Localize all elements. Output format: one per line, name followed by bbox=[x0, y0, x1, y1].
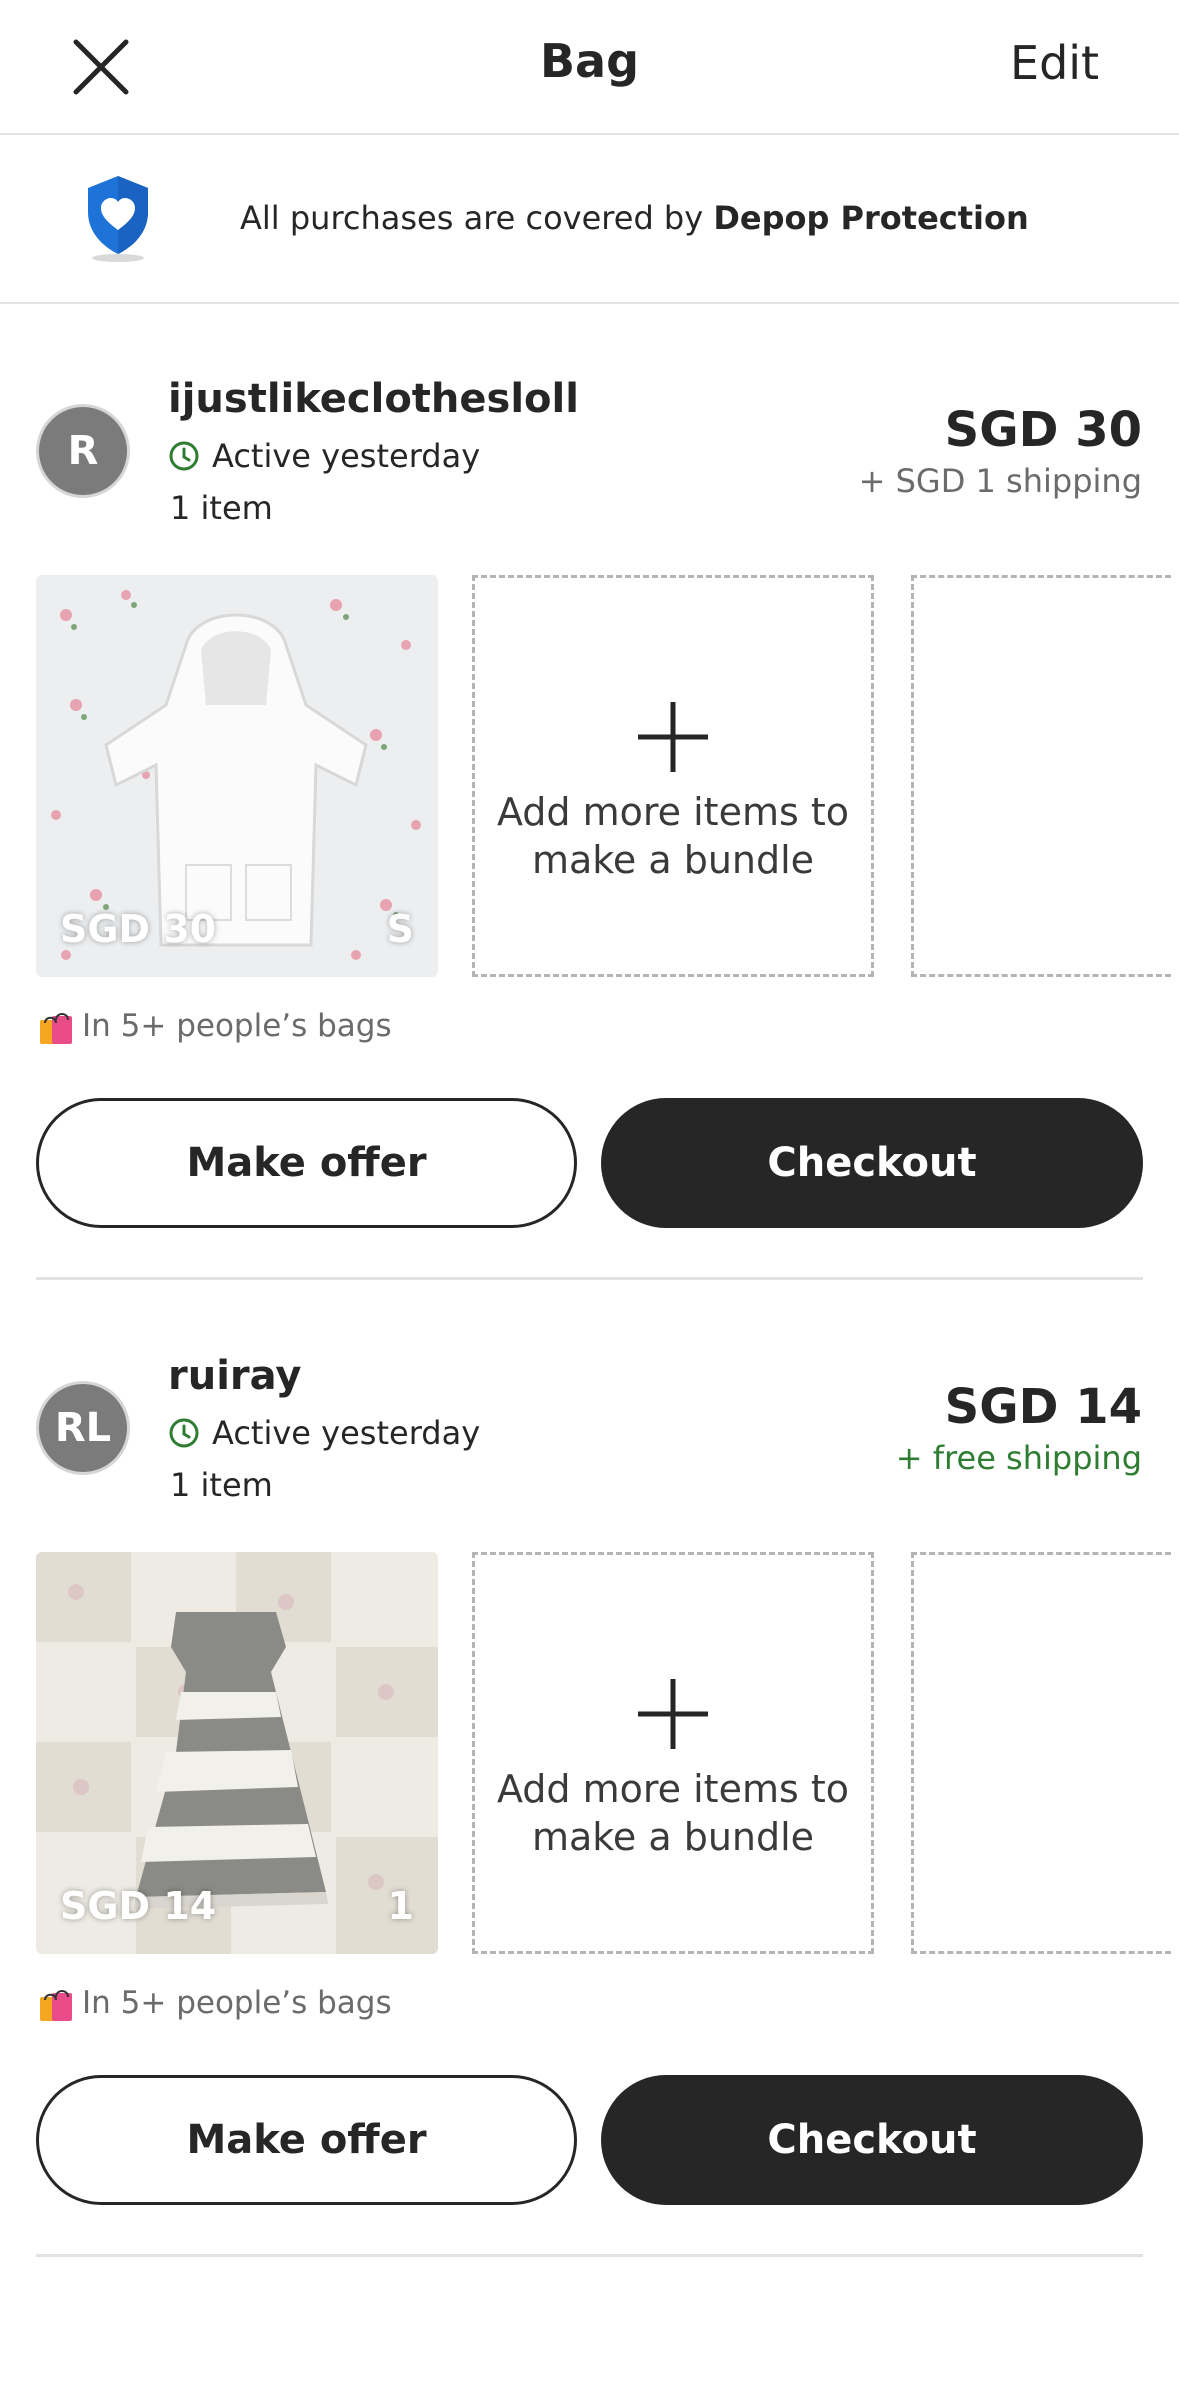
divider bbox=[36, 2254, 1143, 2257]
page-title: Bag bbox=[539, 34, 640, 88]
add-more-items-button[interactable]: Add more items to make a bundle bbox=[472, 1552, 874, 1954]
popularity-text: In 5+ people’s bags bbox=[82, 1008, 392, 1044]
protection-text-prefix: All purchases are covered by bbox=[240, 199, 714, 237]
shopping-bags-icon bbox=[40, 1990, 72, 2021]
photo-size: 1 bbox=[387, 1884, 414, 1928]
shield-heart-icon bbox=[82, 172, 154, 264]
status-text: Active yesterday bbox=[212, 1414, 481, 1452]
edit-button[interactable]: Edit bbox=[1010, 36, 1099, 90]
photo-size: S bbox=[386, 907, 414, 951]
bundle-price: SGD 30 bbox=[944, 402, 1142, 458]
plus-icon bbox=[638, 1679, 708, 1749]
make-offer-button[interactable]: Make offer bbox=[36, 1098, 577, 1228]
avatar[interactable]: R bbox=[36, 404, 130, 498]
add-more-label: Add more items to make a bundle bbox=[496, 1767, 850, 1859]
clock-icon bbox=[169, 441, 199, 471]
item-count: 1 item bbox=[170, 489, 273, 527]
avatar[interactable]: RL bbox=[36, 1381, 130, 1475]
shipping-cost: + SGD 1 shipping bbox=[858, 462, 1142, 500]
shipping-cost: + free shipping bbox=[895, 1439, 1142, 1477]
product-photo[interactable]: SGD 30 S bbox=[36, 575, 438, 977]
popularity-note: In 5+ people’s bags bbox=[36, 1983, 392, 2023]
product-photo[interactable]: SGD 14 1 bbox=[36, 1552, 438, 1954]
active-status: Active yesterday bbox=[168, 437, 480, 475]
seller-name[interactable]: ijustlikeclothesloll bbox=[168, 376, 579, 422]
checkout-button[interactable]: Checkout bbox=[601, 2075, 1143, 2205]
shopping-bags-icon bbox=[40, 1013, 72, 1044]
checkout-button[interactable]: Checkout bbox=[601, 1098, 1143, 1228]
status-text: Active yesterday bbox=[212, 437, 481, 475]
photo-price: SGD 14 bbox=[60, 1884, 217, 1928]
seller-name[interactable]: ruiray bbox=[168, 1353, 301, 1399]
make-offer-button[interactable]: Make offer bbox=[36, 2075, 577, 2205]
popularity-note: In 5+ people’s bags bbox=[36, 1006, 392, 1046]
photo-price: SGD 30 bbox=[60, 907, 217, 951]
bundle-price: SGD 14 bbox=[944, 1379, 1142, 1435]
divider bbox=[36, 1277, 1143, 1280]
add-more-label: Add more items to make a bundle bbox=[496, 790, 850, 882]
clock-icon bbox=[169, 1418, 199, 1448]
active-status: Active yesterday bbox=[168, 1414, 480, 1452]
add-more-items-button[interactable]: Add more items to make a bundle bbox=[472, 575, 874, 977]
bundle-placeholder-slot bbox=[911, 575, 1171, 977]
depop-protection-link[interactable]: Depop Protection bbox=[713, 199, 1028, 237]
item-count: 1 item bbox=[170, 1466, 273, 1504]
popularity-text: In 5+ people’s bags bbox=[82, 1985, 392, 2021]
plus-icon bbox=[638, 702, 708, 772]
protection-text: All purchases are covered by Depop Prote… bbox=[240, 199, 1029, 237]
bundle-placeholder-slot bbox=[911, 1552, 1171, 1954]
